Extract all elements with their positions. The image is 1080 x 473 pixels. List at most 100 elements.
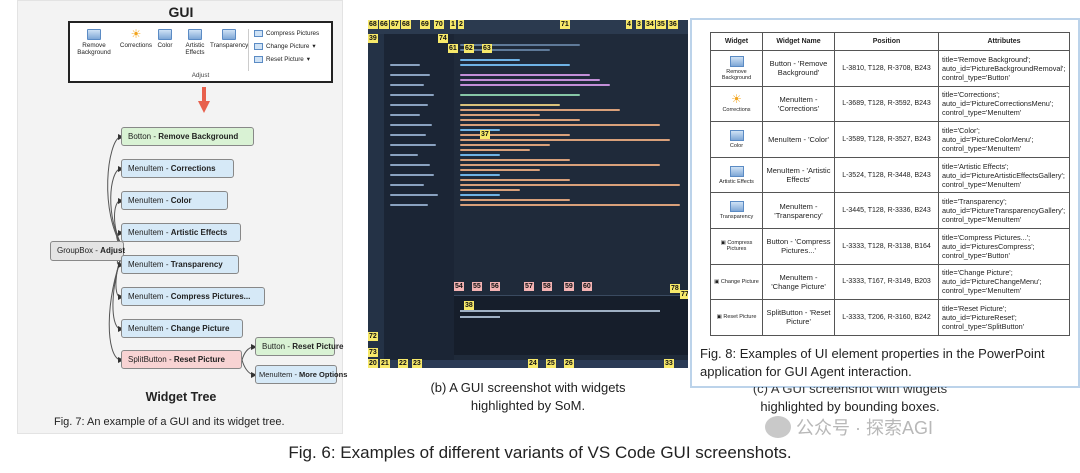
node-name: Transparency — [170, 260, 223, 269]
explorer-line — [390, 194, 438, 196]
vscode-activity-bar — [368, 34, 384, 368]
widget-cell: Artistic Effects — [710, 156, 763, 194]
widget-icon-label: Reset Picture — [723, 314, 757, 321]
transparency-icon — [729, 201, 744, 213]
widget-cell: Color — [710, 121, 763, 158]
som-label: 72 — [368, 332, 378, 341]
code-line — [460, 189, 520, 191]
explorer-line — [390, 74, 430, 76]
widget-icon-label: Change Picture — [720, 278, 759, 285]
column-header: Attributes — [938, 32, 1070, 51]
ui-properties-table: Widget Widget Name Position Attributes R… — [710, 32, 1070, 336]
explorer-line — [390, 84, 424, 86]
explorer-line — [390, 184, 424, 186]
widget-icon-label: Artistic Effects — [719, 178, 754, 185]
tree-node-color: MenuItem - Color — [121, 191, 228, 210]
tree-node-transparency: MenuItem - Transparency — [121, 255, 239, 274]
column-header: Widget Name — [762, 32, 835, 51]
table-row: ▣ Change Picture MenuItem - 'Change Pict… — [710, 263, 1070, 301]
table-row: Remove Background Button - 'Remove Backg… — [710, 50, 1070, 87]
widget-name-cell: MenuItem - 'Transparency' — [762, 192, 835, 229]
sun-icon: ☀ — [731, 92, 742, 107]
som-label: 36 — [668, 20, 678, 29]
som-label: 22 — [398, 359, 408, 368]
table-row: ▣ Compress Pictures Button - 'Compress P… — [710, 227, 1070, 265]
reset-picture-icon: ▣ — [716, 314, 722, 321]
widget-cell: ▣ Reset Picture — [710, 299, 763, 336]
code-line — [460, 109, 620, 111]
node-separator: - — [287, 342, 291, 351]
som-label: 68 — [401, 20, 411, 29]
som-label: 33 — [664, 359, 674, 368]
table-row: ▣ Reset Picture SplitButton - 'Reset Pic… — [710, 299, 1070, 336]
widget-cell: Transparency — [710, 192, 763, 229]
node-type: MenuItem — [128, 260, 164, 269]
node-separator: - — [165, 228, 169, 237]
widget-cell: ▣ Compress Pictures — [710, 227, 763, 265]
node-name: Change Picture — [170, 324, 230, 333]
wechat-icon — [765, 416, 791, 438]
node-type: MenuItem — [128, 324, 164, 333]
vscode-explorer — [384, 34, 454, 368]
som-label: 23 — [412, 359, 422, 368]
caption-b-line1: (b) A GUI screenshot with widgets — [430, 380, 626, 395]
tree-node-button-reset-picture: Button - Reset Picture — [255, 337, 343, 356]
change-picture-icon: ▣ — [714, 278, 720, 285]
code-line — [460, 44, 580, 46]
node-type: MenuItem — [128, 164, 164, 173]
som-label: 37 — [480, 130, 490, 139]
code-line — [460, 184, 680, 186]
attributes-cell: title='Remove Background'; auto_id='Pict… — [938, 50, 1070, 87]
explorer-line — [390, 64, 420, 66]
explorer-line — [390, 104, 428, 106]
widget-cell: ▣ Change Picture — [710, 263, 763, 301]
widget-name-cell: Button - 'Remove Background' — [762, 50, 835, 87]
widget-icon-label: Compress Pictures — [726, 240, 753, 253]
table-row: Artistic Effects MenuItem - 'Artistic Ef… — [710, 156, 1070, 194]
attributes-cell: title='Reset Picture'; auto_id='PictureR… — [938, 299, 1070, 336]
attributes-cell: title='Compress Pictures...'; auto_id='P… — [938, 227, 1070, 265]
explorer-line — [390, 94, 434, 96]
code-line — [460, 124, 660, 126]
attributes-cell: title='Change Picture'; auto_id='Picture… — [938, 263, 1070, 301]
som-label: 24 — [528, 359, 538, 368]
tree-node-change-picture: MenuItem - Change Picture — [121, 319, 243, 338]
node-type: GroupBox — [57, 246, 94, 255]
som-label: 2 — [458, 20, 464, 29]
widget-icon-label: Corrections — [722, 107, 751, 114]
explorer-line — [390, 204, 428, 206]
tree-node-compress-pictures: MenuItem - Compress Pictures... — [121, 287, 265, 306]
som-label: 1 — [450, 20, 456, 29]
widget-tree-caption: Widget Tree — [145, 390, 217, 404]
widget-name-cell: MenuItem - 'Artistic Effects' — [762, 156, 835, 194]
tree-node-artistic-effects: MenuItem - Artistic Effects — [121, 223, 241, 242]
node-type: Botton — [128, 132, 152, 141]
code-line — [460, 59, 520, 61]
artistic-effects-icon — [729, 165, 744, 177]
code-line — [460, 204, 680, 206]
tree-node-groupbox: GroupBox - Adjust — [50, 241, 125, 261]
widget-icon-label: Transparency — [719, 214, 754, 221]
som-label: 54 — [454, 282, 464, 291]
figure-7-caption: Fig. 7: An example of a GUI and its widg… — [54, 416, 285, 428]
som-label: 63 — [482, 44, 492, 53]
explorer-line — [390, 124, 432, 126]
figure-8-caption-line1: Fig. 8: Examples of UI element propertie… — [700, 346, 1045, 361]
som-label: 73 — [368, 348, 378, 357]
som-label: 20 — [368, 359, 378, 368]
node-name: Remove Background — [158, 132, 239, 141]
som-label: 56 — [490, 282, 500, 291]
widget-icon-label: Remove Background — [721, 68, 752, 81]
watermark: 公众号 · 探索AGI — [765, 414, 933, 440]
som-label: 59 — [564, 282, 574, 291]
som-label: 62 — [464, 44, 474, 53]
node-separator: - — [165, 324, 169, 333]
node-type: MenuItem — [128, 228, 164, 237]
node-name: Reset Picture — [173, 355, 225, 364]
vscode-terminal — [454, 295, 688, 355]
som-label: 38 — [464, 301, 474, 310]
widget-icon-label: Color — [729, 142, 744, 149]
node-type: Button — [262, 342, 286, 351]
attributes-cell: title='Artistic Effects'; auto_id='Pictu… — [938, 156, 1070, 194]
explorer-line — [390, 174, 434, 176]
